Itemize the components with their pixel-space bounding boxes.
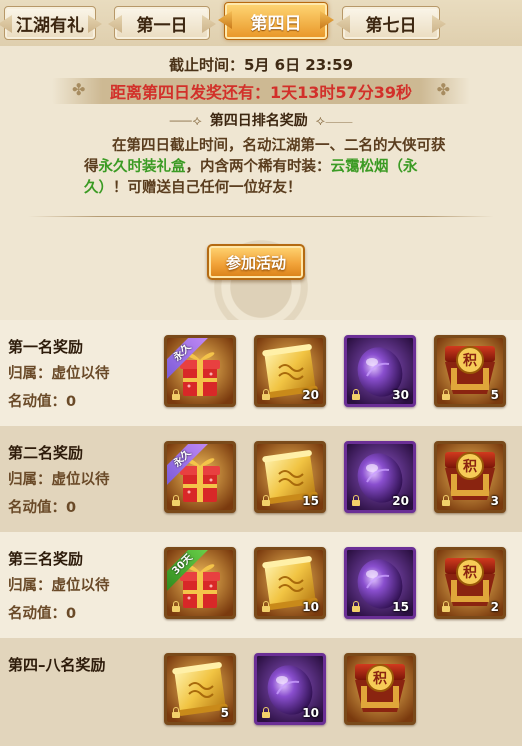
owner-value: 虚位以待 xyxy=(51,578,110,594)
deadline-label: 截止时间： xyxy=(168,56,244,74)
event-description: 在第四日截止时间，名动江湖第一、二名的大侠可获得永久时装礼盒，内含两个稀有时装：… xyxy=(84,136,446,199)
lock-icon xyxy=(171,601,181,612)
divider xyxy=(28,216,494,217)
reward-row-second: 第二名奖励 归属：虚位以待 名动值：0 永久 15 20 3 xyxy=(0,426,522,532)
reward-title: 第一名奖励 xyxy=(8,338,84,356)
purple-stone-icon[interactable]: 15 xyxy=(344,547,416,619)
join-event-button[interactable]: 参加活动 xyxy=(207,244,305,280)
owner-label: 归属： xyxy=(8,472,52,488)
tab-day-four[interactable]: 第四日 xyxy=(224,2,328,40)
item-count: 10 xyxy=(302,706,319,720)
bottom-edge xyxy=(0,741,522,746)
tab-day-seven[interactable]: 第七日 xyxy=(342,6,440,40)
item-count: 5 xyxy=(490,388,499,402)
tab-day-one[interactable]: 第一日 xyxy=(114,6,210,40)
lock-icon xyxy=(441,495,451,506)
reward-owner: 归属：虚位以待 xyxy=(8,574,110,595)
lock-icon xyxy=(171,389,181,400)
reward-row-first: 第一名奖励 归属：虚位以待 名动值：0 永久 20 30 5 xyxy=(0,320,522,426)
lock-icon xyxy=(261,707,271,718)
reward-score: 名动值：0 xyxy=(8,496,76,517)
points-chest-icon[interactable]: 2 xyxy=(434,547,506,619)
item-count: 20 xyxy=(392,494,409,508)
desc-text-3: ！可赠送自己任何一位好友！ xyxy=(113,180,302,196)
score-label: 名动值： xyxy=(8,500,66,516)
ornament-right-icon: ⟡⸺ xyxy=(315,113,353,129)
owner-value: 虚位以待 xyxy=(51,366,110,382)
lock-icon xyxy=(261,495,271,506)
lock-icon xyxy=(351,495,361,506)
item-count: 3 xyxy=(490,494,499,508)
item-count: 15 xyxy=(392,600,409,614)
item-count: 15 xyxy=(302,494,319,508)
lock-icon xyxy=(171,495,181,506)
desc-text-2: ，内含两个稀有时装： xyxy=(185,159,331,175)
deadline: 截止时间：5月 6日 23:59 xyxy=(0,54,522,75)
lock-icon xyxy=(171,707,181,718)
reward-title: 第三名奖励 xyxy=(8,550,84,568)
lock-icon xyxy=(261,389,271,400)
reward-title: 第二名奖励 xyxy=(8,444,84,462)
lock-icon xyxy=(441,389,451,400)
desc-highlight-gift: 永久时装礼盒 xyxy=(98,159,186,175)
deadline-value: 5月 6日 23:59 xyxy=(243,56,354,74)
score-label: 名动值： xyxy=(8,394,66,410)
lock-icon xyxy=(351,389,361,400)
lock-icon xyxy=(261,601,271,612)
item-count: 30 xyxy=(392,388,409,402)
purple-stone-icon[interactable]: 20 xyxy=(344,441,416,513)
score-label: 名动值： xyxy=(8,606,66,622)
score-value: 0 xyxy=(66,500,77,516)
reward-title: 第四–八名奖励 xyxy=(8,656,106,674)
reward-score: 名动值：0 xyxy=(8,390,76,411)
owner-label: 归属： xyxy=(8,578,52,594)
points-chest-icon[interactable]: 3 xyxy=(434,441,506,513)
reward-owner: 归属：虚位以待 xyxy=(8,362,110,383)
reward-row-third: 第三名奖励 归属：虚位以待 名动值：0 30天 10 15 2 xyxy=(0,532,522,638)
tab-bar: 江湖有礼 第一日 第四日 第七日 xyxy=(0,0,522,46)
reward-score: 名动值：0 xyxy=(8,602,76,623)
event-header: 截止时间：5月 6日 23:59 距离第四日发奖还有：1天13时57分39秒 ⸺… xyxy=(0,46,522,350)
scroll-icon[interactable]: 5 xyxy=(164,653,236,725)
points-chest-icon[interactable] xyxy=(344,653,416,725)
item-count: 5 xyxy=(220,706,229,720)
ornament-left-icon: ⸺⟡ xyxy=(169,113,202,129)
owner-label: 归属： xyxy=(8,366,52,382)
scroll-icon[interactable]: 15 xyxy=(254,441,326,513)
rank-reward-title: ⸺⟡ 第四日排名奖励 ⟡⸺ xyxy=(0,110,522,130)
gift-box-icon[interactable]: 永久 xyxy=(164,441,236,513)
rank-title-text: 第四日排名奖励 xyxy=(209,113,308,129)
scroll-icon[interactable]: 20 xyxy=(254,335,326,407)
item-count: 10 xyxy=(302,600,319,614)
gift-box-icon[interactable]: 30天 xyxy=(164,547,236,619)
reward-row-fourth-to-eighth: 第四–八名奖励 5 10 xyxy=(0,638,522,741)
reward-owner: 归属：虚位以待 xyxy=(8,468,110,489)
score-value: 0 xyxy=(66,394,77,410)
score-value: 0 xyxy=(66,606,77,622)
tab-jianghu-gift[interactable]: 江湖有礼 xyxy=(4,6,96,40)
countdown-banner: 距离第四日发奖还有：1天13时57分39秒 xyxy=(52,78,470,104)
owner-value: 虚位以待 xyxy=(51,472,110,488)
purple-stone-icon[interactable]: 10 xyxy=(254,653,326,725)
item-count: 2 xyxy=(490,600,499,614)
scroll-icon[interactable]: 10 xyxy=(254,547,326,619)
item-count: 20 xyxy=(302,388,319,402)
lock-icon xyxy=(351,601,361,612)
purple-stone-icon[interactable]: 30 xyxy=(344,335,416,407)
points-chest-icon[interactable]: 5 xyxy=(434,335,506,407)
lock-icon xyxy=(441,601,451,612)
gift-box-icon[interactable]: 永久 xyxy=(164,335,236,407)
countdown-text: 距离第四日发奖还有：1天13时57分39秒 xyxy=(110,83,412,102)
